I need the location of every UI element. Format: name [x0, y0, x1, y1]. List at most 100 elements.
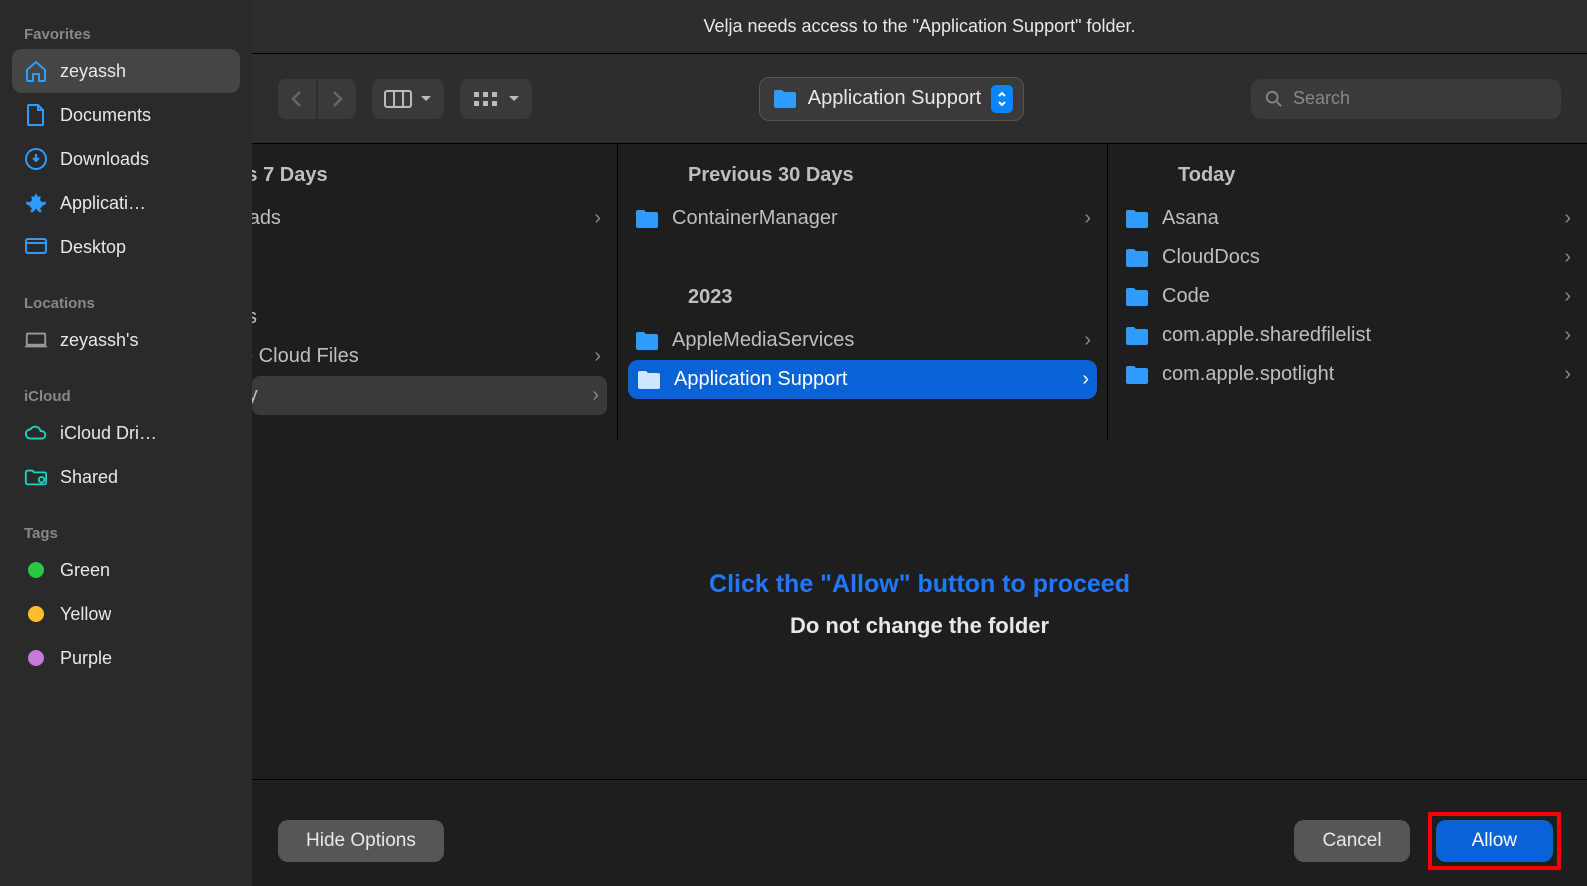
home-icon — [24, 59, 48, 83]
desktop-icon — [24, 235, 48, 259]
chevron-down-icon — [420, 94, 432, 104]
chevron-right-icon: › — [1564, 207, 1571, 230]
row-label: ary — [252, 384, 258, 407]
sidebar-item-label: Green — [60, 560, 110, 581]
chevron-left-icon — [290, 90, 304, 108]
sidebar-tag-purple[interactable]: Purple — [12, 636, 240, 680]
column-heading: ous 7 Days — [252, 156, 617, 199]
folder-name: Application Support — [808, 87, 981, 110]
sidebar-item-label: Yellow — [60, 604, 111, 625]
row-label: tive Cloud Files — [252, 345, 359, 368]
chevron-right-icon: › — [1564, 324, 1571, 347]
chevron-right-icon: › — [1084, 329, 1091, 352]
download-icon — [24, 147, 48, 171]
folder-row[interactable]: ContainerManager › — [618, 199, 1107, 238]
cancel-button[interactable]: Cancel — [1294, 820, 1409, 862]
chevron-right-icon: › — [594, 345, 601, 368]
updown-arrows-icon — [991, 85, 1013, 113]
row-label: AppleMediaServices — [672, 329, 854, 352]
folder-row[interactable]: AppleMediaServices › — [618, 321, 1107, 360]
sidebar-item-label: zeyassh's — [60, 330, 138, 351]
chevron-right-icon: › — [1564, 246, 1571, 269]
sidebar: Favorites zeyassh Documents Downloads Ap… — [0, 0, 252, 886]
nav-arrows — [278, 79, 356, 119]
row-label: Asana — [1162, 207, 1219, 230]
sidebar-item-label: iCloud Dri… — [60, 423, 157, 444]
sidebar-item-documents[interactable]: Documents — [12, 93, 240, 137]
chevron-right-icon: › — [1564, 363, 1571, 386]
title-text: Velja needs access to the "Application S… — [703, 16, 1135, 37]
columns-icon — [384, 90, 412, 108]
apps-icon — [24, 191, 48, 215]
folder-row[interactable]: tive Cloud Files › — [252, 337, 617, 376]
folder-row[interactable]: Code › — [1108, 277, 1587, 316]
grid-icon — [472, 90, 500, 108]
laptop-icon — [24, 328, 48, 352]
chevron-right-icon: › — [594, 207, 601, 230]
chevron-right-icon: › — [592, 384, 599, 407]
allow-button[interactable]: Allow — [1436, 820, 1553, 862]
group-button[interactable] — [460, 79, 532, 119]
sidebar-item-label: Shared — [60, 467, 118, 488]
sidebar-item-home[interactable]: zeyassh — [12, 49, 240, 93]
folder-icon — [1124, 247, 1150, 269]
folder-row[interactable]: ary › — [252, 376, 607, 415]
sidebar-item-icloud-drive[interactable]: iCloud Dri… — [12, 411, 240, 455]
sidebar-item-desktop[interactable]: Desktop — [12, 225, 240, 269]
window-title: Velja needs access to the "Application S… — [252, 0, 1587, 54]
row-label: Application Support — [674, 368, 847, 391]
sidebar-heading-favorites: Favorites — [12, 18, 240, 49]
row-label: s — [252, 306, 257, 329]
tag-dot-icon — [24, 646, 48, 670]
sidebar-item-label: Desktop — [60, 237, 126, 258]
folder-row[interactable]: com.apple.sharedfilelist › — [1108, 316, 1587, 355]
search-icon — [1265, 89, 1283, 109]
back-button[interactable] — [278, 79, 316, 119]
folder-row[interactable]: Asana › — [1108, 199, 1587, 238]
instruction-secondary: Do not change the folder — [790, 613, 1049, 639]
row-label: com.apple.spotlight — [1162, 363, 1334, 386]
sidebar-item-computer[interactable]: zeyassh's — [12, 318, 240, 362]
sidebar-tag-yellow[interactable]: Yellow — [12, 592, 240, 636]
sidebar-item-shared[interactable]: Shared — [12, 455, 240, 499]
folder-path-picker[interactable]: Application Support — [759, 77, 1024, 121]
year-heading: 2023 — [618, 238, 1107, 321]
cloud-icon — [24, 421, 48, 445]
dialog-footer: Hide Options Cancel Allow — [252, 796, 1587, 886]
folder-row[interactable]: com.apple.spotlight › — [1108, 355, 1587, 394]
sidebar-heading-tags: Tags — [12, 517, 240, 548]
view-columns-button[interactable] — [372, 79, 444, 119]
sidebar-item-applications[interactable]: Applicati… — [12, 181, 240, 225]
chevron-right-icon — [330, 90, 344, 108]
row-label: ContainerManager — [672, 207, 838, 230]
sidebar-heading-icloud: iCloud — [12, 380, 240, 411]
sidebar-item-label: zeyassh — [60, 61, 126, 82]
folder-icon — [1124, 286, 1150, 308]
folder-row[interactable]: CloudDocs › — [1108, 238, 1587, 277]
sidebar-item-downloads[interactable]: Downloads — [12, 137, 240, 181]
chevron-right-icon: › — [1564, 285, 1571, 308]
tag-dot-icon — [24, 558, 48, 582]
footer-divider — [252, 779, 1587, 780]
document-icon — [24, 103, 48, 127]
sidebar-tag-green[interactable]: Green — [12, 548, 240, 592]
search-input[interactable] — [1293, 88, 1547, 109]
row-label: nloads — [252, 207, 281, 230]
column-heading: Previous 30 Days — [618, 156, 1107, 199]
sidebar-item-label: Purple — [60, 648, 112, 669]
hide-options-button[interactable]: Hide Options — [278, 820, 444, 862]
folder-icon — [634, 208, 660, 230]
row-label: com.apple.sharedfilelist — [1162, 324, 1371, 347]
folder-icon — [636, 369, 662, 391]
column-heading: Today — [1108, 156, 1587, 199]
sidebar-item-label: Documents — [60, 105, 151, 126]
folder-icon — [1124, 325, 1150, 347]
forward-button[interactable] — [318, 79, 356, 119]
folder-row[interactable]: s — [252, 298, 617, 337]
chevron-right-icon: › — [1082, 368, 1089, 391]
folder-icon — [634, 330, 660, 352]
folder-row[interactable]: nloads › — [252, 199, 617, 238]
folder-row-selected[interactable]: Application Support › — [628, 360, 1097, 399]
search-field[interactable] — [1251, 79, 1561, 119]
row-label: Code — [1162, 285, 1210, 308]
